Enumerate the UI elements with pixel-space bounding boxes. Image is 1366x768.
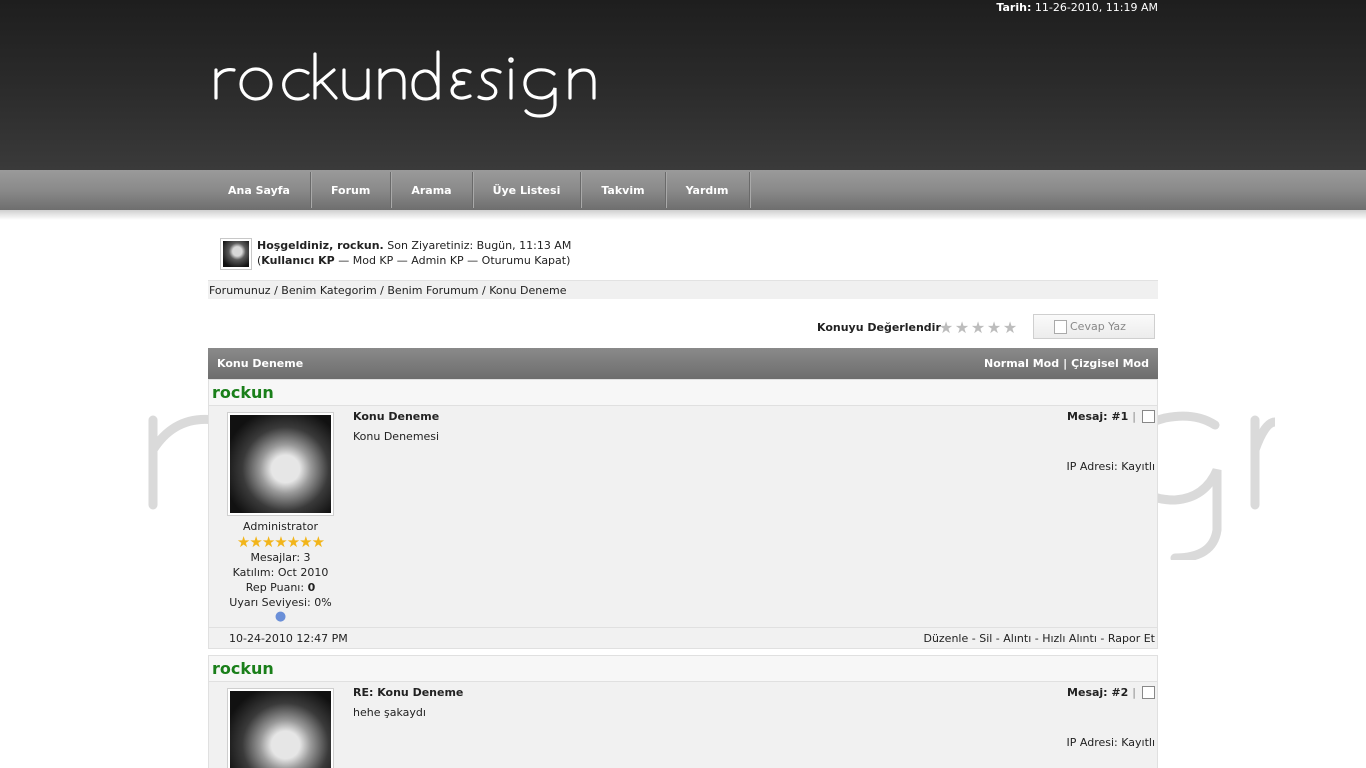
- post-2: RE: Konu Deneme hehe şakaydı Mesaj: #2 | …: [208, 682, 1158, 768]
- post-text: Konu Denemesi: [353, 430, 440, 443]
- date-label: Tarih:: [996, 1, 1032, 14]
- breadcrumb-forum-home[interactable]: Forumunuz: [209, 284, 271, 297]
- paren-close: ): [566, 254, 571, 267]
- site-logo[interactable]: [212, 40, 622, 120]
- post-text: hehe şakaydı: [353, 706, 426, 719]
- user-avatar[interactable]: [220, 238, 252, 270]
- post-number: Mesaj: #2 |: [1067, 686, 1155, 699]
- thread-title: Konu Deneme: [217, 357, 304, 370]
- display-modes: Normal Mod | Çizgisel Mod: [984, 357, 1149, 370]
- normal-mode-link[interactable]: Normal Mod: [984, 357, 1059, 370]
- post-subject: RE: Konu Deneme: [353, 686, 464, 699]
- nav-calendar[interactable]: Takvim: [581, 172, 666, 208]
- post-footer: 10-24-2010 12:47 PM Düzenle - Sil - Alın…: [209, 627, 1157, 648]
- breadcrumb-sep: /: [478, 284, 490, 297]
- rank-stars-icon: ★★★★★★★: [236, 533, 325, 551]
- date-value: 11-26-2010, 11:19 AM: [1034, 1, 1158, 14]
- current-date: Tarih: 11-26-2010, 11:19 AM: [996, 1, 1158, 14]
- mod-cp-link[interactable]: — Mod KP: [335, 254, 393, 267]
- rep-value: 0: [307, 581, 316, 594]
- star-icon[interactable]: ★: [954, 320, 970, 336]
- star-icon[interactable]: ★: [938, 320, 954, 336]
- nav-members[interactable]: Üye Listesi: [473, 172, 582, 208]
- post-ip: IP Adresi: Kayıtlı: [1066, 736, 1155, 749]
- logout-link[interactable]: — Oturumu Kapat: [464, 254, 566, 267]
- breadcrumb-forum[interactable]: Benim Forumum: [387, 284, 478, 297]
- document-icon: [1054, 320, 1067, 334]
- breadcrumb: Forumunuz / Benim Kategorim / Benim Foru…: [208, 280, 1158, 299]
- breadcrumb-sep: /: [376, 284, 388, 297]
- user-message-count: Mesajlar: 3: [250, 551, 311, 564]
- nav-shadow: [0, 210, 1366, 220]
- main-nav: Ana Sayfa Forum Arama Üye Listesi Takvim…: [0, 170, 1366, 210]
- nav-help[interactable]: Yardım: [666, 172, 750, 208]
- user-warning-level: Uyarı Seviyesi: 0%: [229, 596, 332, 609]
- post-user-info: Administrator ★★★★★★★ Mesajlar: 3 Katılı…: [209, 519, 352, 624]
- rep-label: Rep Puanı:: [245, 581, 308, 594]
- user-rank: Administrator: [243, 520, 318, 533]
- post-author-name[interactable]: rockun: [212, 383, 274, 402]
- mode-separator: |: [1063, 357, 1068, 370]
- star-icon[interactable]: ★: [970, 320, 986, 336]
- post-number-link[interactable]: Mesaj: #1: [1067, 410, 1128, 423]
- thread-header: Konu Deneme Normal Mod | Çizgisel Mod: [208, 348, 1158, 379]
- rate-thread-label: Konuyu Değerlendir: [817, 321, 941, 334]
- admin-cp-link[interactable]: — Admin KP: [393, 254, 464, 267]
- breadcrumb-sep: /: [270, 284, 282, 297]
- post-number-link[interactable]: Mesaj: #2: [1067, 686, 1128, 699]
- post-avatar[interactable]: [227, 688, 334, 768]
- breadcrumb-category[interactable]: Benim Kategorim: [281, 284, 376, 297]
- user-reputation: Rep Puanı: 0: [209, 580, 352, 595]
- post-ip: IP Adresi: Kayıtlı: [1066, 460, 1155, 473]
- rating-stars[interactable]: ★ ★ ★ ★ ★: [938, 320, 1018, 336]
- post-author-name[interactable]: rockun: [212, 659, 274, 678]
- reply-button[interactable]: Cevap Yaz: [1033, 314, 1155, 339]
- nav-forum[interactable]: Forum: [311, 172, 392, 208]
- site-header: Tarih: 11-26-2010, 11:19 AM: [0, 0, 1366, 170]
- post-subject: Konu Deneme: [353, 410, 440, 423]
- nav-search[interactable]: Arama: [391, 172, 473, 208]
- post-avatar[interactable]: [227, 412, 334, 516]
- threaded-mode-link[interactable]: Çizgisel Mod: [1071, 357, 1149, 370]
- user-join-date: Katılım: Oct 2010: [232, 566, 329, 579]
- post-1: Administrator ★★★★★★★ Mesajlar: 3 Katılı…: [208, 406, 1158, 649]
- welcome-greeting: Hoşgeldiniz, rockun.: [257, 239, 384, 252]
- nav-home[interactable]: Ana Sayfa: [208, 172, 311, 208]
- post-select-checkbox[interactable]: [1142, 410, 1155, 423]
- post-select-checkbox[interactable]: [1142, 686, 1155, 699]
- post-number: Mesaj: #1 |: [1067, 410, 1155, 423]
- post-author-bar: rockun: [208, 379, 1158, 406]
- user-online-icon: ●: [274, 609, 287, 624]
- post-author-bar: rockun: [208, 655, 1158, 682]
- post-date: 10-24-2010 12:47 PM: [229, 632, 348, 645]
- star-icon[interactable]: ★: [986, 320, 1002, 336]
- reply-button-label: Cevap Yaz: [1070, 320, 1126, 333]
- last-visit: Son Ziyaretiniz: Bugün, 11:13 AM: [383, 239, 572, 252]
- user-cp-link[interactable]: Kullanıcı KP: [261, 254, 334, 267]
- post-actions[interactable]: Düzenle - Sil - Alıntı - Hızlı Alıntı - …: [923, 632, 1155, 645]
- star-icon[interactable]: ★: [1002, 320, 1018, 336]
- breadcrumb-thread[interactable]: Konu Deneme: [489, 284, 566, 297]
